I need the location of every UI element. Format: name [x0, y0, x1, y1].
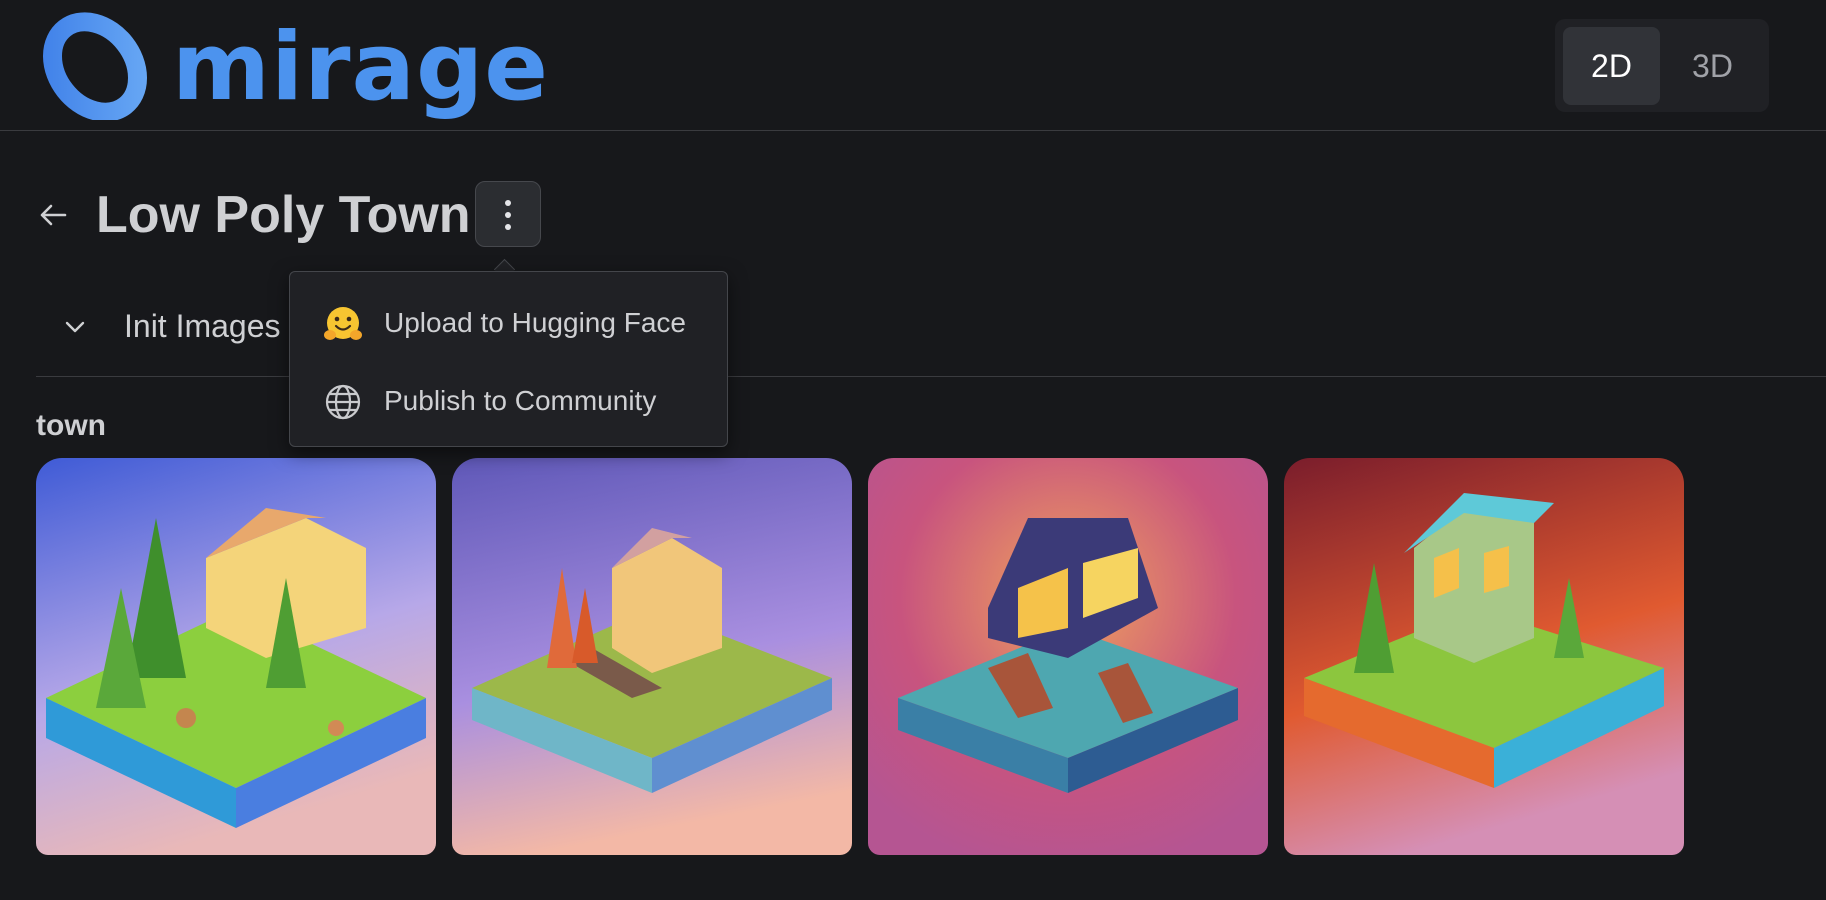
publish-to-community-label: Publish to Community — [384, 385, 657, 416]
group-title: town — [36, 409, 106, 442]
globe-icon — [323, 382, 363, 427]
mode-2d-button[interactable]: 2D — [1563, 27, 1660, 105]
upload-to-hugging-face-label: Upload to Hugging Face — [384, 307, 686, 338]
back-arrow-icon[interactable] — [38, 200, 68, 235]
mode-3d-button[interactable]: 3D — [1664, 27, 1761, 105]
upload-to-hugging-face-item[interactable]: Upload to Hugging Face — [290, 288, 726, 358]
town-image-3[interactable] — [868, 458, 1268, 855]
town-image-2[interactable] — [452, 458, 852, 855]
publish-to-community-item[interactable]: Publish to Community — [290, 366, 726, 436]
hugging-face-icon — [323, 304, 363, 349]
app-header: mirage 2D 3D — [0, 0, 1826, 131]
page-title: Low Poly Town — [96, 186, 471, 244]
mirage-logo-icon — [40, 10, 150, 125]
more-dot-icon — [505, 224, 511, 230]
app-name: mirage — [172, 13, 549, 122]
more-dot-icon — [505, 212, 511, 218]
more-options-button[interactable] — [475, 181, 541, 247]
chevron-down-icon[interactable] — [62, 314, 88, 345]
more-options-menu: Upload to Hugging Face Publish to Commun… — [289, 271, 728, 447]
town-image-1[interactable] — [36, 458, 436, 855]
init-images-toggle[interactable]: Init Images — [124, 304, 281, 348]
more-dot-icon — [505, 200, 511, 206]
mode-toggle: 2D 3D — [1555, 19, 1769, 112]
town-image-4[interactable] — [1284, 458, 1684, 855]
